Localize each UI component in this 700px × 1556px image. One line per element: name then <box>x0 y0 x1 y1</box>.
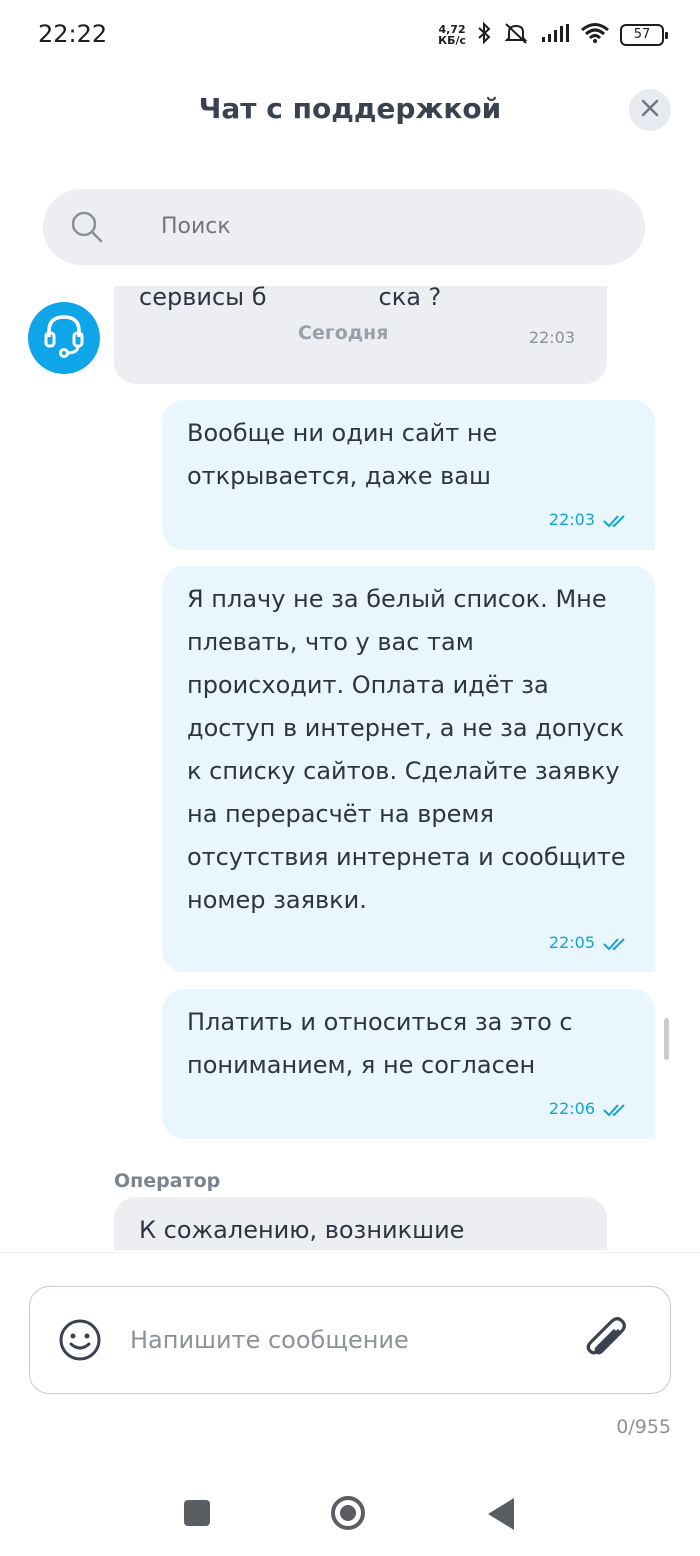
network-speed: 4,72 КБ/с <box>438 24 466 46</box>
page-title: Чат с поддержкой <box>198 92 502 125</box>
read-checkmarks-icon <box>603 1102 629 1121</box>
support-avatar <box>28 302 100 374</box>
paperclip-icon <box>586 1317 626 1355</box>
network-speed-unit: КБ/с <box>438 34 466 47</box>
battery-indicator: 57 <box>620 24 668 46</box>
date-divider: Сегодня <box>298 322 389 344</box>
chat-scrollbar[interactable] <box>664 1018 669 1060</box>
message-bubble-mine[interactable]: Вообще ни один сайт не открывается, даже… <box>162 400 655 550</box>
read-checkmarks-icon <box>603 513 629 532</box>
message-bubble-operator[interactable]: К сожалению, возникшие <box>114 1197 607 1250</box>
emoji-button[interactable] <box>58 1318 102 1366</box>
message-bubble-mine[interactable]: Платить и относиться за это с пониманием… <box>162 989 655 1139</box>
composer-area: Напишите сообщение <box>0 1252 700 1452</box>
mute-icon <box>502 21 530 49</box>
close-icon <box>641 99 659 121</box>
attach-button[interactable] <box>582 1315 630 1369</box>
signal-icon <box>540 23 570 47</box>
message-time: 22:06 <box>548 1099 595 1118</box>
search-bar[interactable] <box>43 189 645 265</box>
message-time: 22:03 <box>548 510 595 529</box>
message-text-part: ска ? <box>378 286 442 311</box>
search-input[interactable] <box>161 189 601 265</box>
message-composer[interactable]: Напишите сообщение <box>29 1286 671 1394</box>
message-bubble-mine[interactable]: Я плачу не за белый список. Мне плевать,… <box>162 566 655 972</box>
message-time: 22:05 <box>548 933 595 952</box>
system-nav-bar <box>0 1470 700 1556</box>
message-time: 22:03 <box>528 328 575 347</box>
headset-icon <box>43 313 85 363</box>
wifi-icon <box>580 22 610 48</box>
message-text: Я плачу не за белый список. Мне плевать,… <box>187 585 626 914</box>
sender-label: Оператор <box>114 1170 221 1192</box>
home-icon <box>340 1505 356 1521</box>
status-bar: 22:22 4,72 КБ/с 57 <box>0 0 700 70</box>
chat-messages[interactable]: сервисы б ска ? 22:03 Сегодня Вообще ни о… <box>0 286 700 1250</box>
close-button[interactable] <box>629 89 671 131</box>
home-button[interactable] <box>331 1496 365 1530</box>
smiley-icon <box>59 1319 101 1361</box>
recent-apps-button[interactable] <box>184 1500 210 1526</box>
read-checkmarks-icon <box>603 936 629 955</box>
search-icon <box>71 211 103 247</box>
message-text: Вообще ни один сайт не открывается, даже… <box>187 419 498 490</box>
message-text: сервисы б ска ? <box>139 286 441 319</box>
character-counter: 0/955 <box>616 1416 671 1438</box>
header: Чат с поддержкой <box>0 70 700 150</box>
back-button[interactable] <box>488 1498 514 1530</box>
bluetooth-icon <box>476 21 492 49</box>
message-input[interactable]: Напишите сообщение <box>130 1287 570 1393</box>
message-text: Платить и относиться за это с пониманием… <box>187 1008 573 1079</box>
message-text-part: сервисы б <box>139 286 267 311</box>
status-time: 22:22 <box>38 20 108 48</box>
status-icons: 4,72 КБ/с 57 <box>438 20 668 50</box>
message-text: К сожалению, возникшие <box>139 1216 465 1244</box>
